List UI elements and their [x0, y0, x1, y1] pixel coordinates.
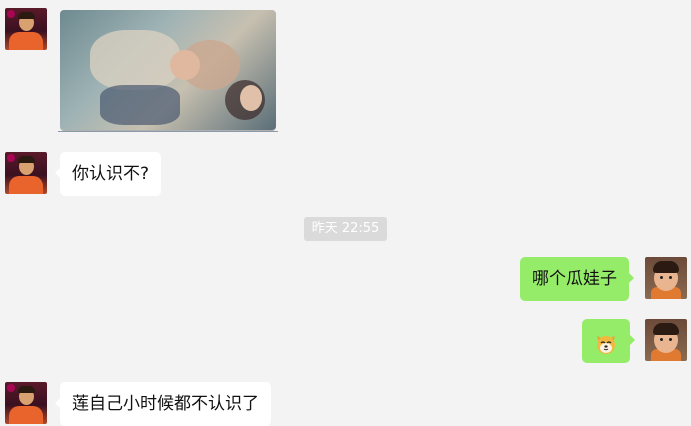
contact-avatar[interactable] — [5, 152, 47, 194]
my-avatar[interactable] — [645, 319, 687, 361]
contact-avatar[interactable] — [5, 382, 47, 424]
message-text: 你认识不? — [72, 164, 150, 184]
contact-avatar[interactable] — [5, 8, 47, 50]
photo-underline — [58, 131, 278, 132]
message-text: 哪个瓜娃子 — [532, 269, 617, 289]
message-bubble[interactable]: 哪个瓜娃子 — [520, 257, 634, 301]
message-bubble[interactable]: 你认识不? — [54, 152, 162, 196]
message-bubble[interactable]: 莲自己小时候都不认识了 — [55, 382, 271, 426]
dog-face-icon — [595, 328, 617, 354]
message-text: 莲自己小时候都不认识了 — [72, 394, 259, 414]
my-avatar[interactable] — [645, 257, 687, 299]
emoji-bubble[interactable] — [582, 319, 635, 363]
shared-photo[interactable] — [60, 10, 276, 130]
timestamp: 昨天 22:55 — [304, 217, 387, 241]
